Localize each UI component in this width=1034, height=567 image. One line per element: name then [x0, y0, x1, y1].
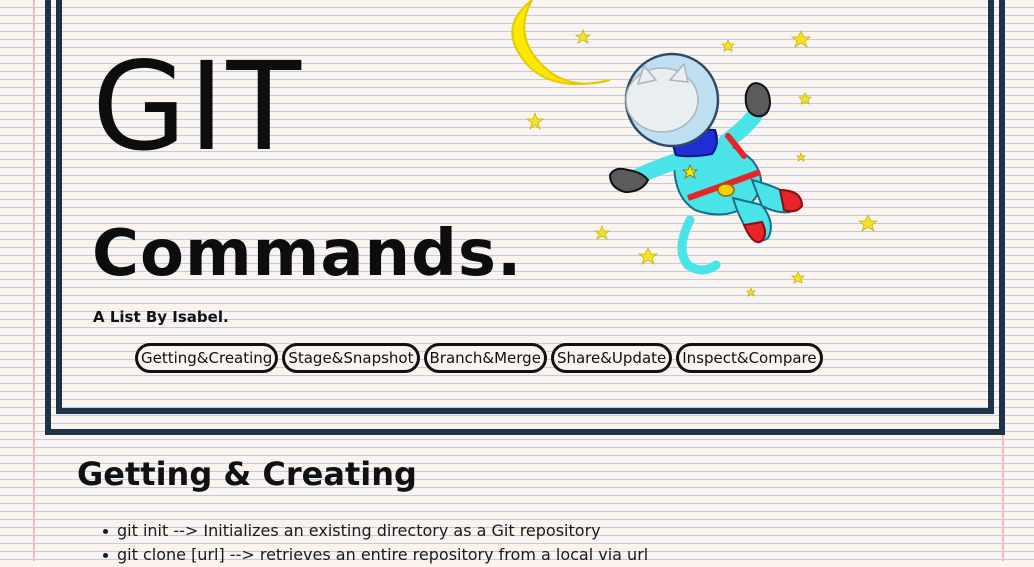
command-text: git clone [url] --> retrieves an entire …	[117, 545, 649, 564]
paper-margin-line-left	[33, 0, 35, 561]
nav-button-share-update[interactable]: Share&Update	[550, 343, 673, 373]
moon-icon	[511, 0, 611, 86]
command-item: git clone [url] --> retrieves an entire …	[100, 543, 648, 567]
page-title: GIT	[92, 36, 304, 178]
nav-button-inspect-compare[interactable]: Inspect&Compare	[676, 343, 823, 373]
nav-button-branch-merge[interactable]: Branch&Merge	[423, 343, 547, 373]
astronaut-octocat-icon	[511, 0, 879, 297]
command-list: git init --> Initializes an existing dir…	[100, 519, 648, 567]
nav-button-getting-creating[interactable]: Getting&Creating	[135, 343, 279, 373]
page-subtitle: Commands.	[92, 217, 523, 291]
nav-button-stage-snapshot[interactable]: Stage&Snapshot	[282, 343, 420, 373]
byline: A List By Isabel.	[93, 308, 229, 326]
section-heading: Getting & Creating	[77, 455, 417, 493]
section-nav: Getting&Creating Stage&Snapshot Branch&M…	[135, 343, 823, 373]
bullet-icon	[103, 553, 108, 558]
command-text: git init --> Initializes an existing dir…	[117, 521, 601, 540]
command-item: git init --> Initializes an existing dir…	[100, 519, 648, 543]
bullet-icon	[103, 529, 108, 534]
